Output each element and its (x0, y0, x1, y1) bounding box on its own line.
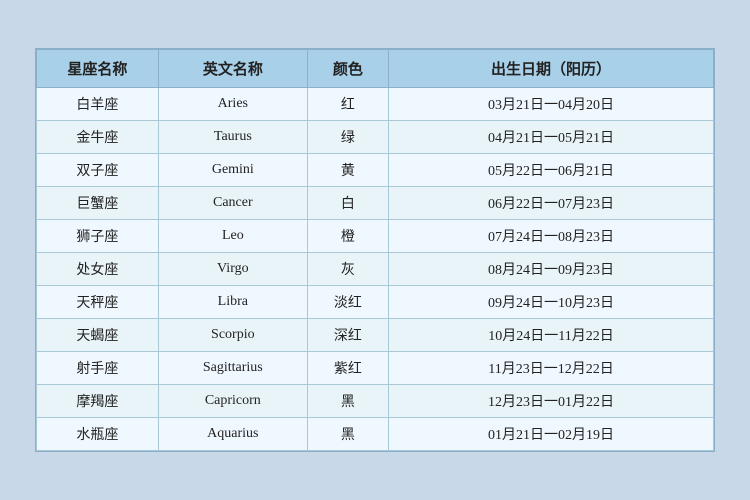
table-row: 狮子座Leo橙07月24日一08月23日 (37, 220, 714, 253)
cell-date: 12月23日一01月22日 (389, 385, 714, 418)
cell-chinese: 白羊座 (37, 88, 159, 121)
cell-color: 橙 (307, 220, 388, 253)
cell-chinese: 射手座 (37, 352, 159, 385)
cell-english: Aries (158, 88, 307, 121)
header-chinese-name: 星座名称 (37, 50, 159, 88)
cell-color: 黑 (307, 385, 388, 418)
table-row: 金牛座Taurus绿04月21日一05月21日 (37, 121, 714, 154)
table-header-row: 星座名称 英文名称 颜色 出生日期（阳历） (37, 50, 714, 88)
cell-color: 白 (307, 187, 388, 220)
cell-chinese: 狮子座 (37, 220, 159, 253)
cell-english: Capricorn (158, 385, 307, 418)
cell-chinese: 双子座 (37, 154, 159, 187)
cell-date: 06月22日一07月23日 (389, 187, 714, 220)
cell-chinese: 水瓶座 (37, 418, 159, 451)
cell-color: 黑 (307, 418, 388, 451)
cell-english: Libra (158, 286, 307, 319)
table-row: 白羊座Aries红03月21日一04月20日 (37, 88, 714, 121)
cell-color: 淡红 (307, 286, 388, 319)
cell-color: 深红 (307, 319, 388, 352)
cell-date: 08月24日一09月23日 (389, 253, 714, 286)
cell-chinese: 摩羯座 (37, 385, 159, 418)
header-color: 颜色 (307, 50, 388, 88)
table-row: 天蝎座Scorpio深红10月24日一11月22日 (37, 319, 714, 352)
cell-color: 绿 (307, 121, 388, 154)
cell-chinese: 金牛座 (37, 121, 159, 154)
cell-color: 黄 (307, 154, 388, 187)
table-row: 处女座Virgo灰08月24日一09月23日 (37, 253, 714, 286)
cell-english: Sagittarius (158, 352, 307, 385)
cell-english: Scorpio (158, 319, 307, 352)
cell-date: 01月21日一02月19日 (389, 418, 714, 451)
table-row: 摩羯座Capricorn黑12月23日一01月22日 (37, 385, 714, 418)
cell-date: 05月22日一06月21日 (389, 154, 714, 187)
cell-color: 紫红 (307, 352, 388, 385)
zodiac-table: 星座名称 英文名称 颜色 出生日期（阳历） 白羊座Aries红03月21日一04… (35, 48, 715, 452)
cell-chinese: 处女座 (37, 253, 159, 286)
cell-english: Leo (158, 220, 307, 253)
cell-date: 11月23日一12月22日 (389, 352, 714, 385)
cell-date: 04月21日一05月21日 (389, 121, 714, 154)
table-row: 射手座Sagittarius紫红11月23日一12月22日 (37, 352, 714, 385)
header-birth-date: 出生日期（阳历） (389, 50, 714, 88)
cell-english: Virgo (158, 253, 307, 286)
table-row: 双子座Gemini黄05月22日一06月21日 (37, 154, 714, 187)
cell-date: 09月24日一10月23日 (389, 286, 714, 319)
table-row: 巨蟹座Cancer白06月22日一07月23日 (37, 187, 714, 220)
cell-chinese: 天蝎座 (37, 319, 159, 352)
header-english-name: 英文名称 (158, 50, 307, 88)
cell-chinese: 巨蟹座 (37, 187, 159, 220)
cell-english: Taurus (158, 121, 307, 154)
cell-english: Aquarius (158, 418, 307, 451)
cell-chinese: 天秤座 (37, 286, 159, 319)
cell-date: 10月24日一11月22日 (389, 319, 714, 352)
cell-color: 红 (307, 88, 388, 121)
table-row: 水瓶座Aquarius黑01月21日一02月19日 (37, 418, 714, 451)
cell-date: 07月24日一08月23日 (389, 220, 714, 253)
cell-color: 灰 (307, 253, 388, 286)
cell-date: 03月21日一04月20日 (389, 88, 714, 121)
table-row: 天秤座Libra淡红09月24日一10月23日 (37, 286, 714, 319)
cell-english: Cancer (158, 187, 307, 220)
cell-english: Gemini (158, 154, 307, 187)
